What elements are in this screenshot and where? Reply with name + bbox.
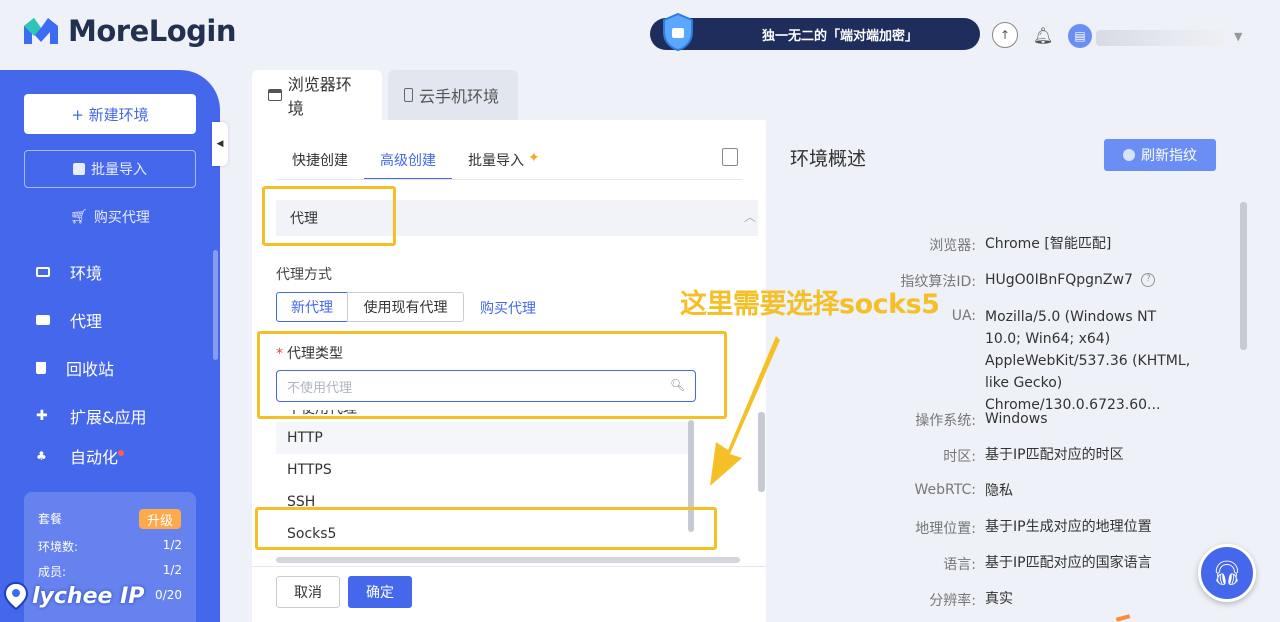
plan-row-value: 1/2 [162, 538, 182, 552]
overview-label: 地理位置: [915, 521, 976, 537]
watermark-text: lychee IP [32, 583, 145, 609]
upgrade-button[interactable]: 升级 [139, 509, 181, 529]
plan-row-value: 1/2 [162, 563, 182, 577]
sidebar-item-extensions[interactable]: ✚ 扩展&应用 [36, 400, 196, 432]
overview-value: Mozilla/5.0 (Windows NT 10.0; Win64; x64… [985, 309, 1191, 413]
cancel-button[interactable]: 取消 [276, 576, 340, 608]
plan-row: 成员: 1/2 [38, 563, 182, 580]
batch-import-button[interactable]: 批量导入 [24, 150, 196, 188]
buy-proxy-link[interactable]: 购买代理 [480, 298, 536, 318]
shield-icon [663, 12, 693, 52]
server-icon [36, 315, 50, 325]
overview-value: 基于IP匹配对应的国家语言 [985, 555, 1152, 571]
overview-label: 时区: [943, 449, 976, 465]
sparkle-icon: ✦ [528, 150, 540, 166]
tab-cloud-phone-env[interactable]: 云手机环境 [388, 70, 518, 120]
tab-label: 浏览器环境 [287, 75, 352, 118]
sidebar-scrollbar[interactable] [213, 250, 218, 360]
sub-tabs-divider [276, 179, 742, 180]
overview-value: Chrome [智能匹配] [985, 236, 1112, 252]
puzzle-icon: ✚ [36, 408, 48, 424]
help-circle-icon[interactable]: ? [1141, 273, 1156, 287]
sub-tab-quick[interactable]: 快捷创建 [292, 150, 348, 180]
sub-tab-label: 批量导入 [468, 153, 524, 169]
dropdown-option-https[interactable]: HTTPS [276, 454, 688, 486]
automation-icon: ♣ [36, 449, 47, 463]
overview-value: Windows [985, 411, 1048, 427]
sub-tab-advanced[interactable]: 高级创建 [364, 150, 452, 180]
sidebar-item-environment[interactable]: 环境 [36, 256, 196, 288]
browser-icon [268, 89, 282, 101]
annotation-arrow [710, 336, 780, 486]
document-search-icon[interactable] [722, 148, 738, 166]
import-icon [73, 163, 85, 175]
overview-value: 基于IP生成对应的地理位置 [985, 519, 1152, 535]
batch-import-label: 批量导入 [91, 162, 147, 178]
overview-value: HUgO0IBnFQpgnZw7 ? [985, 269, 1195, 291]
buy-proxy-label: 购买代理 [93, 210, 150, 226]
phone-icon [404, 88, 413, 102]
overview-scrollbar[interactable] [1240, 202, 1247, 350]
sidebar-item-label: 扩展&应用 [70, 408, 147, 427]
monitor-icon [36, 267, 50, 277]
overview-label: 语言: [943, 557, 976, 573]
overview-value: 真实 [985, 591, 1013, 607]
annotation-callout: 这里需要选择socks5 [680, 289, 940, 320]
tab-browser-env[interactable]: 浏览器环境 [252, 70, 382, 120]
logo-icon [24, 18, 58, 44]
sidebar-item-label: 代理 [70, 312, 103, 331]
plan-row-label: 环境数: [38, 540, 79, 554]
overview-value: 隐私 [985, 483, 1013, 499]
highlight-box-socks5 [255, 507, 717, 550]
proxy-mode-existing[interactable]: 使用现有代理 [347, 292, 464, 322]
sidebar-item-recycle[interactable]: 回收站 [36, 352, 196, 384]
proxy-mode-label: 代理方式 [276, 267, 332, 283]
sidebar-item-automation[interactable]: ♣ 自动化 [36, 446, 196, 466]
confirm-button[interactable]: 确定 [348, 576, 412, 608]
sidebar-item-label: 回收站 [66, 360, 115, 379]
overview-label: WebRTC: [914, 482, 976, 498]
proxy-mode-new[interactable]: 新代理 [276, 292, 348, 322]
plan-row: 环境数: 1/2 [38, 538, 182, 555]
sub-tab-batch-import[interactable]: 批量导入 ✦ [468, 150, 540, 180]
headset-icon[interactable]: 🎧︎ [1198, 544, 1256, 602]
watermark: lychee IP [4, 582, 144, 610]
highlight-box-proxy-type [257, 331, 727, 419]
new-environment-button[interactable]: + 新建环境 [24, 94, 196, 134]
plan-row-label: 成员: [38, 565, 67, 579]
plan-row-value: 0/20 [155, 588, 182, 602]
location-pin-icon [4, 582, 28, 610]
buy-proxy-button[interactable]: 🛒︎ 购买代理 [24, 200, 196, 234]
notification-dot [118, 450, 124, 456]
dropdown-option-http[interactable]: HTTP [276, 422, 688, 454]
cart-icon: 🛒︎ [70, 209, 88, 225]
overview-label: 分辨率: [929, 593, 976, 609]
app-logo[interactable]: MoreLogin [22, 14, 237, 48]
sidebar-item-label: 自动化 [70, 448, 119, 466]
app-name: MoreLogin [68, 14, 237, 48]
footer-divider [252, 566, 766, 567]
fingerprint-id: HUgO0IBnFQpgnZw7 [985, 272, 1133, 288]
dropdown-horizontal-scrollbar[interactable] [276, 557, 740, 563]
trash-icon [36, 362, 46, 374]
plan-title: 套餐 [38, 512, 63, 526]
sidebar-item-proxy[interactable]: 代理 [36, 304, 196, 336]
sidebar-item-label: 环境 [70, 264, 103, 283]
highlight-box-proxy [262, 186, 396, 246]
overview-label: 浏览器: [929, 238, 976, 254]
tab-label: 云手机环境 [419, 87, 500, 106]
overview-value: 基于IP匹配对应的时区 [985, 447, 1124, 463]
chevron-up-icon[interactable]: ︿ [744, 208, 756, 225]
sidebar-collapse-button[interactable]: ◀ [212, 122, 228, 166]
overview-label: 操作系统: [915, 413, 976, 429]
